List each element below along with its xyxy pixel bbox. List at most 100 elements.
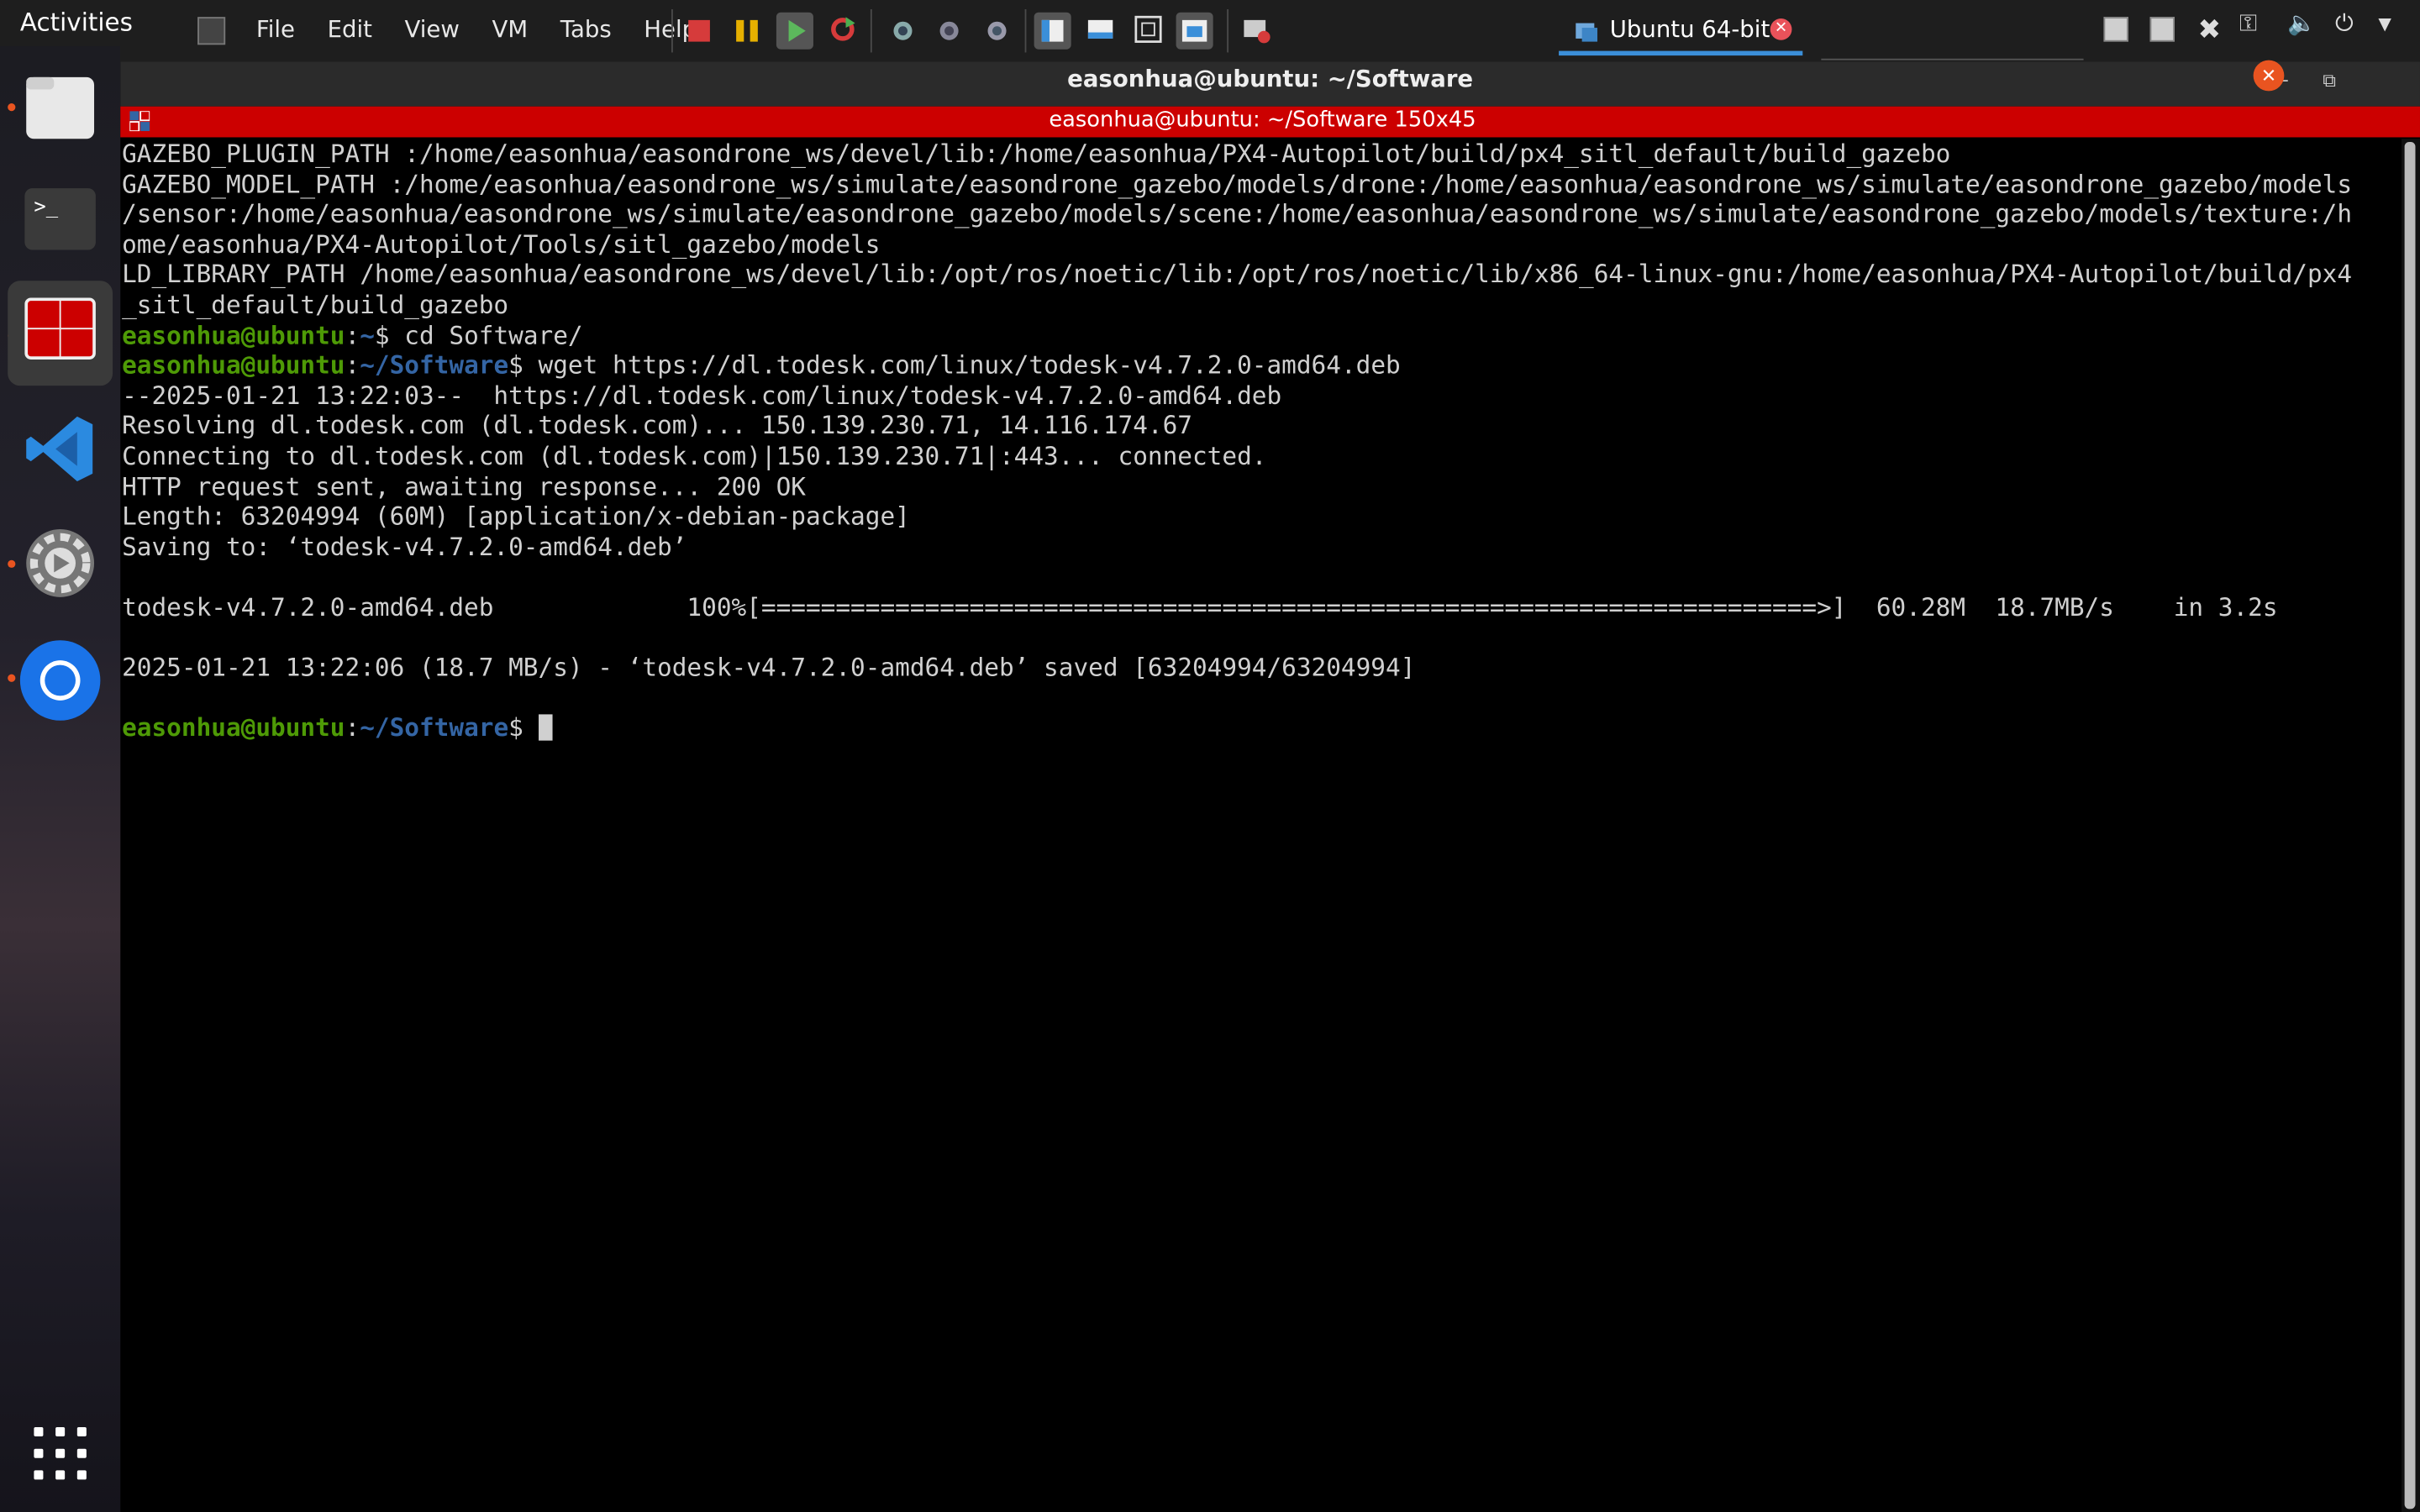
output-line: /sensor:/home/easonhua/easondrone_ws/sim… bbox=[122, 199, 2353, 229]
output-line: _sitl_default/build_gazebo bbox=[122, 290, 509, 320]
command: $ bbox=[508, 713, 539, 743]
top-bar: Activities File Edit View VM Tabs Help U… bbox=[0, 0, 2420, 62]
command: $ wget https://dl.todesk.com/linux/todes… bbox=[508, 350, 1401, 381]
show-apps-button[interactable] bbox=[34, 1426, 87, 1480]
running-indicator bbox=[8, 103, 16, 112]
network-icon[interactable]: ⚿ bbox=[2239, 9, 2257, 37]
snapshot-icon[interactable] bbox=[887, 14, 918, 45]
prompt-path: ~/Software bbox=[360, 713, 509, 743]
output-line: Connecting to dl.todesk.com (dl.todesk.c… bbox=[122, 441, 1267, 471]
menu-bar: File Edit View VM Tabs Help bbox=[256, 15, 729, 49]
command: $ cd Software/ bbox=[374, 320, 583, 350]
terminal-output[interactable]: GAZEBO_PLUGIN_PATH :/home/easonhua/eason… bbox=[122, 139, 2399, 1512]
output-line: GAZEBO_MODEL_PATH :/home/easonhua/easond… bbox=[122, 169, 2353, 199]
power-icon[interactable]: ⏻ bbox=[2335, 9, 2354, 37]
terminator-app-button[interactable] bbox=[8, 281, 113, 386]
output-line: ome/easonhua/PX4-Autopilot/Tools/sitl_ga… bbox=[122, 229, 881, 260]
chevron-down-icon[interactable]: ▼ bbox=[2378, 14, 2391, 34]
progress-line: todesk-v4.7.2.0-amd64.deb 100%[=========… bbox=[122, 592, 2278, 622]
tab-line bbox=[1821, 58, 2084, 60]
prompt-line: easonhua@ubuntu:~/Software$ wget https:/… bbox=[122, 350, 1401, 381]
close-window-button[interactable]: ✕ bbox=[2253, 60, 2285, 92]
vm-tab-label: Ubuntu 64-bit bbox=[1609, 15, 1770, 44]
revert-snapshot-icon[interactable] bbox=[934, 14, 965, 45]
minimize-vm-button[interactable] bbox=[2103, 17, 2128, 42]
prompt-line: easonhua@ubuntu:~$ cd Software/ bbox=[122, 320, 583, 350]
output-line: LD_LIBRARY_PATH /home/easonhua/easondron… bbox=[122, 260, 2353, 290]
prompt-user: easonhua@ubuntu bbox=[122, 320, 345, 350]
play-icon bbox=[788, 19, 806, 42]
separator bbox=[1024, 9, 1027, 53]
close-icon: ✕ bbox=[2260, 65, 2277, 87]
prompt-path: ~/Software bbox=[360, 350, 509, 381]
separator bbox=[1227, 9, 1229, 53]
power-off-icon[interactable] bbox=[688, 19, 710, 42]
play-button[interactable] bbox=[776, 12, 813, 50]
prompt-user: easonhua@ubuntu bbox=[122, 713, 345, 743]
show-library-button[interactable] bbox=[1034, 12, 1071, 50]
window-titlebar[interactable]: easonhua@ubuntu: ~/Software — ⧉ bbox=[120, 61, 2420, 107]
chromium-app-button[interactable] bbox=[19, 638, 101, 721]
close-vm-button[interactable]: ✖ bbox=[2198, 14, 2222, 47]
screen: Activities File Edit View VM Tabs Help U… bbox=[0, 0, 2420, 1512]
menu-tabs[interactable]: Tabs bbox=[560, 15, 612, 49]
gear-icon bbox=[26, 528, 95, 597]
restore-vm-button[interactable] bbox=[2149, 17, 2175, 42]
prompt-user: easonhua@ubuntu bbox=[122, 350, 345, 381]
output-line: GAZEBO_PLUGIN_PATH :/home/easonhua/eason… bbox=[122, 139, 1951, 169]
cursor bbox=[538, 715, 553, 742]
output-line: --2025-01-21 13:22:03-- https://dl.todes… bbox=[122, 381, 1282, 411]
scroll-thumb[interactable] bbox=[2404, 141, 2416, 1509]
maximize-icon: ⧉ bbox=[2323, 69, 2337, 92]
output-line: Length: 63204994 (60M) [application/x-de… bbox=[122, 501, 910, 532]
reset-icon[interactable] bbox=[827, 14, 858, 45]
terminal-icon: >_ bbox=[24, 188, 96, 250]
running-indicator bbox=[8, 674, 16, 682]
library-icon bbox=[1041, 19, 1064, 42]
output-line: Resolving dl.todesk.com (dl.todesk.com).… bbox=[122, 411, 1192, 441]
dock: >_ bbox=[0, 46, 121, 1512]
maximize-button[interactable]: ⧉ bbox=[2323, 70, 2336, 93]
menu-edit[interactable]: Edit bbox=[328, 15, 372, 49]
tab-indicator bbox=[1559, 50, 1803, 56]
prompt-path: ~ bbox=[360, 320, 375, 350]
terminal-app-button[interactable]: >_ bbox=[22, 182, 99, 260]
terminator-icon bbox=[24, 297, 96, 360]
snapshot-manager-icon[interactable] bbox=[981, 14, 1013, 45]
close-tab-button[interactable]: ✕ bbox=[1770, 18, 1792, 40]
output-line: HTTP request sent, awaiting response... … bbox=[122, 471, 806, 501]
terminal-title: easonhua@ubuntu: ~/Software 150x45 bbox=[1049, 108, 1476, 133]
svg-text:>_: >_ bbox=[34, 194, 58, 218]
vscode-app-button[interactable] bbox=[22, 411, 99, 488]
unity-button[interactable] bbox=[1176, 12, 1213, 50]
separator bbox=[870, 9, 872, 53]
close-icon: ✕ bbox=[1774, 19, 1788, 38]
terminal-titlebar[interactable]: easonhua@ubuntu: ~/Software 150x45 bbox=[120, 106, 2420, 138]
close-icon: ✖ bbox=[2197, 13, 2222, 47]
menu-vm[interactable]: VM bbox=[492, 15, 529, 49]
activities-button[interactable]: Activities bbox=[20, 8, 133, 37]
output-line: 2025-01-21 13:22:06 (18.7 MB/s) - ‘todes… bbox=[122, 653, 1416, 683]
folder-icon bbox=[26, 76, 95, 139]
output-line: Saving to: ‘todesk-v4.7.2.0-amd64.deb’ bbox=[122, 532, 687, 562]
volume-icon[interactable]: 🔈 bbox=[2287, 9, 2316, 37]
separator bbox=[671, 9, 673, 53]
running-indicator bbox=[8, 559, 16, 568]
console-close-icon[interactable] bbox=[1241, 14, 1272, 45]
files-app-button[interactable] bbox=[22, 68, 99, 145]
menu-view[interactable]: View bbox=[405, 15, 460, 49]
thumbnail-icon[interactable] bbox=[1085, 14, 1116, 45]
vm-icon bbox=[1576, 23, 1598, 42]
prompt-line: easonhua@ubuntu:~/Software$ bbox=[122, 713, 553, 743]
settings-app-button[interactable] bbox=[22, 524, 99, 601]
vm-tab[interactable]: Ubuntu 64-bit ✕ bbox=[1559, 6, 1803, 56]
vm-lib-icon[interactable] bbox=[197, 17, 226, 45]
menu-file[interactable]: File bbox=[256, 15, 295, 49]
pause-icon[interactable] bbox=[736, 19, 758, 42]
unity-icon bbox=[1181, 19, 1207, 42]
window-title: easonhua@ubuntu: ~/Software bbox=[1067, 65, 1474, 93]
vscode-icon bbox=[26, 416, 93, 482]
terminal-scrollbar[interactable] bbox=[2401, 139, 2420, 1512]
chromium-icon bbox=[19, 640, 101, 721]
fullscreen-icon[interactable] bbox=[1131, 13, 1165, 46]
